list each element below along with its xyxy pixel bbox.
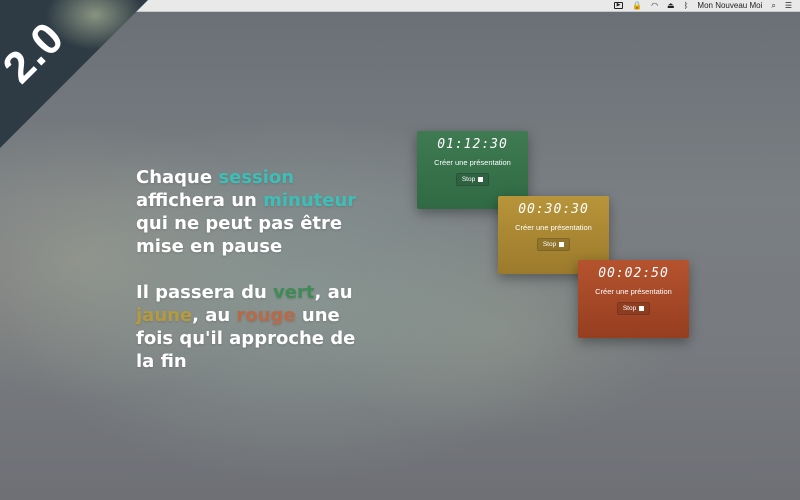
timer-card-red: 00:02:50 Créer une présentation Stop — [578, 260, 689, 338]
stop-button[interactable]: Stop — [536, 238, 571, 251]
stop-label: Stop — [622, 305, 637, 312]
timer-display: 01:12:30 — [437, 137, 508, 152]
timer-display: 00:30:30 — [518, 202, 589, 217]
wifi-icon[interactable]: ◠ — [651, 0, 658, 12]
text-rouge: rouge — [236, 305, 296, 326]
eject-icon[interactable]: ⏏ — [667, 0, 675, 12]
text-pause: qui ne peut pas être mise en pause — [136, 213, 343, 257]
text-affichera: affichera un — [136, 190, 264, 211]
text-chaque: Chaque — [136, 167, 219, 188]
stop-button[interactable]: Stop — [455, 173, 490, 186]
list-icon[interactable]: ☰ — [785, 0, 792, 12]
stop-square-icon — [639, 306, 645, 311]
lock-icon[interactable]: 🔒 — [632, 0, 642, 12]
screen-share-icon[interactable]: ▶ — [614, 2, 624, 9]
stop-label: Stop — [461, 176, 476, 183]
text-vert: vert — [273, 282, 315, 303]
bluetooth-icon[interactable]: ᛒ — [684, 0, 689, 12]
version-ribbon: 2.0 — [0, 0, 150, 150]
user-name-menu[interactable]: Mon Nouveau Moi — [697, 0, 762, 12]
stop-label: Stop — [542, 241, 557, 248]
timer-task-label: Créer une présentation — [515, 223, 592, 232]
text-au-1: , au — [314, 282, 353, 303]
paragraph-timer: Chaque session affichera un minuteur qui… — [136, 166, 376, 258]
text-au-2: , au — [192, 305, 237, 326]
text-session: session — [218, 167, 295, 188]
timer-display: 00:02:50 — [598, 266, 669, 281]
timer-task-label: Créer une présentation — [434, 158, 511, 167]
stop-button[interactable]: Stop — [616, 302, 651, 315]
timer-task-label: Créer une présentation — [595, 287, 672, 296]
feature-description: Chaque session affichera un minuteur qui… — [136, 166, 376, 373]
paragraph-colors: Il passera du vert, au jaune, au rouge u… — [136, 281, 376, 373]
text-jaune: jaune — [136, 305, 193, 326]
stop-square-icon — [559, 242, 565, 247]
stop-square-icon — [478, 177, 484, 182]
search-icon[interactable]: ⌕ — [771, 0, 775, 12]
text-minuteur: minuteur — [263, 190, 357, 211]
text-il-passera: Il passera du — [136, 282, 274, 303]
